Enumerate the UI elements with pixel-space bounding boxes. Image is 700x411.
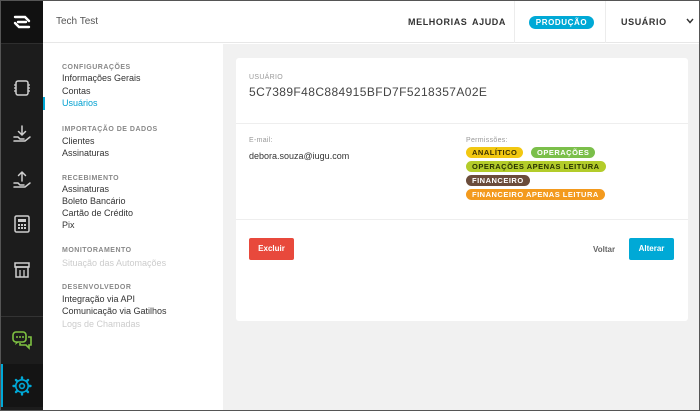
rail-divider [0,316,43,317]
sidebar-item-cartao-de-credito[interactable]: Cartão de Crédito [62,208,133,218]
section-heading-importacao: IMPORTAÇÃO DE DADOS [62,126,158,133]
logo-icon[interactable] [0,0,43,43]
main-content: USUÁRIO 5C7389F48C884915BFD7F5218357A02E… [223,44,700,411]
user-menu[interactable]: USUÁRIO [621,17,667,27]
permission-tag-operacoes-leitura: OPERAÇÕES APENAS LEITURA [466,161,606,172]
sidebar-item-boleto-bancario[interactable]: Boleto Bancário [62,196,126,206]
chat-icon[interactable] [0,318,43,361]
topbar-separator [514,0,515,43]
user-card-header: USUÁRIO 5C7389F48C884915BFD7F5218357A02E [236,58,688,124]
user-detail-card: USUÁRIO 5C7389F48C884915BFD7F5218357A02E… [236,58,688,321]
permission-tag-financeiro: FINANCEIRO [466,175,530,186]
app-title: Tech Test [56,16,99,27]
settings-icon[interactable] [0,364,43,407]
section-heading-configuracoes: CONFIGURAÇÕES [62,64,131,71]
permission-tag-operacoes: OPERAÇÕES [531,147,596,158]
icon-rail [0,0,43,411]
permissions-label: Permissões: [466,137,508,144]
nav-ajuda[interactable]: AJUDA [472,17,506,27]
rail-separator [0,43,43,44]
permission-tag-analitico: ANALÍTICO [466,147,524,158]
topbar-separator [605,0,606,43]
sidebar-item-logs-chamadas: Logs de Chamadas [62,319,141,329]
edit-button[interactable]: Alterar [629,238,674,260]
sidebar-item-comunicacao-gatilhos[interactable]: Comunicação via Gatilhos [62,306,167,316]
user-section-label: USUÁRIO [249,74,283,81]
sidebar-item-contas[interactable]: Contas [62,86,91,96]
calculator-icon[interactable] [0,202,43,245]
sidebar-item-pix[interactable]: Pix [62,220,75,230]
sidebar-item-informacoes-gerais[interactable]: Informações Gerais [62,73,141,83]
section-heading-recebimento: RECEBIMENTO [62,175,120,182]
user-id: 5C7389F48C884915BFD7F5218357A02E [249,85,488,99]
settings-sidebar: CONFIGURAÇÕES Informações Gerais Contas … [43,44,223,411]
email-label: E-mail: [249,137,273,144]
nav-melhorias[interactable]: MELHORIAS [408,17,467,27]
environment-badge[interactable]: PRODUÇÃO [529,16,594,29]
cards-icon[interactable] [0,66,43,109]
active-item-marker [43,97,45,110]
chevron-down-icon[interactable] [686,18,694,24]
email-value: debora.souza@iugu.com [249,151,350,161]
sidebar-item-integracao-api[interactable]: Integração via API [62,294,135,304]
user-card-body: E-mail: debora.souza@iugu.com Permissões… [236,125,688,220]
sidebar-item-usuarios[interactable]: Usuários [62,98,98,108]
top-bar: Tech Test MELHORIAS AJUDA PRODUÇÃO USUÁR… [43,0,700,43]
back-button[interactable]: Voltar [593,245,615,254]
sidebar-item-assinaturas[interactable]: Assinaturas [62,184,109,194]
receive-icon[interactable] [0,112,43,155]
sidebar-item-clientes[interactable]: Clientes [62,136,95,146]
sidebar-item-situacao-automacoes: Situação das Automações [62,258,167,268]
transfer-icon[interactable] [0,158,43,201]
section-heading-monitoramento: MONITORAMENTO [62,247,132,254]
store-icon[interactable] [0,248,43,291]
delete-button[interactable]: Excluir [249,238,294,260]
permission-tag-financeiro-leitura: FINANCEIRO APENAS LEITURA [466,189,605,200]
section-heading-desenvolvedor: DESENVOLVEDOR [62,284,132,291]
sidebar-item-assinaturas-import[interactable]: Assinaturas [62,148,109,158]
